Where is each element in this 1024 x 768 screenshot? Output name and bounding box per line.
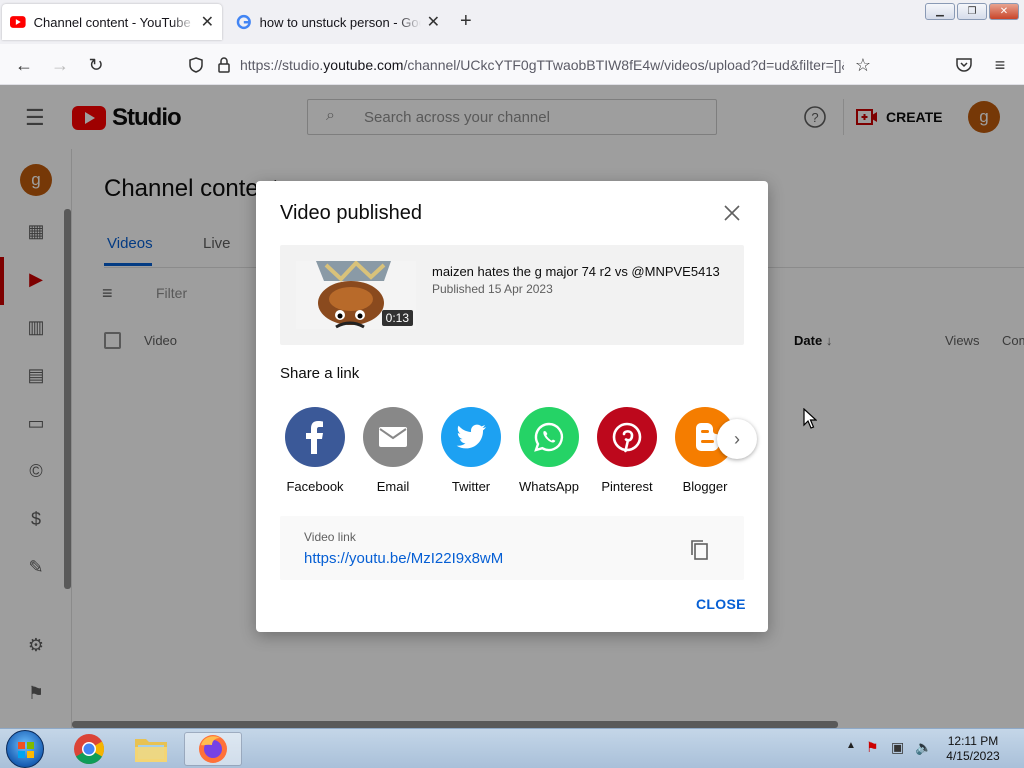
folder-icon: [135, 739, 167, 762]
share-label: Facebook: [286, 479, 344, 494]
video-thumbnail[interactable]: 0:13: [296, 261, 416, 329]
share-heading: Share a link: [280, 365, 360, 382]
tray-expand-icon[interactable]: ▲: [846, 740, 856, 751]
menu-icon[interactable]: ≡: [988, 53, 1012, 77]
video-link-url[interactable]: https://youtu.be/MzI22I9x8wM: [304, 550, 503, 567]
volume-icon[interactable]: 🔈: [915, 739, 932, 756]
network-icon[interactable]: ▣: [891, 739, 904, 756]
url-path: /channel/UCkcYTF0gTTwaobBTIW8fE4w/videos…: [403, 57, 844, 73]
system-clock[interactable]: 12:11 PM 4/15/2023: [940, 734, 1006, 764]
new-tab-icon[interactable]: +: [460, 10, 472, 33]
pinterest-icon: [597, 407, 657, 467]
mouse-cursor-icon: [803, 408, 817, 429]
windows-taskbar: ▲ ⚑ ▣ 🔈 12:11 PM 4/15/2023: [0, 728, 1024, 768]
chrome-icon: [74, 734, 105, 765]
share-next-button[interactable]: ›: [717, 419, 757, 459]
dialog-close-icon[interactable]: [720, 201, 744, 225]
taskbar-explorer[interactable]: [122, 732, 180, 766]
clock-time: 12:11 PM: [947, 734, 999, 748]
duration-badge: 0:13: [381, 310, 413, 326]
start-button[interactable]: [6, 730, 44, 768]
clock-date: 4/15/2023: [946, 749, 1000, 763]
back-icon[interactable]: ←: [12, 53, 36, 77]
browser-tab-strip: Channel content - YouTube Studio ✕ how t…: [0, 0, 1024, 44]
windows-logo-icon: [18, 742, 34, 758]
lock-icon[interactable]: [216, 56, 232, 74]
tab-google-search[interactable]: how to unstuck person - Google Search ✕: [228, 4, 448, 40]
shield-icon[interactable]: [187, 56, 205, 74]
forward-icon[interactable]: →: [48, 53, 72, 77]
browser-navbar: ← → ↻ https://studio.youtube.com/channel…: [0, 44, 1024, 85]
restore-button[interactable]: ❐: [957, 3, 987, 20]
video-published-date: Published 15 Apr 2023: [432, 282, 553, 296]
share-label: Pinterest: [601, 479, 653, 494]
whatsapp-icon: [519, 407, 579, 467]
close-button[interactable]: CLOSE: [696, 596, 746, 612]
share-label: Blogger: [682, 479, 728, 494]
tab-close-icon[interactable]: ✕: [427, 12, 440, 32]
bookmark-star-icon[interactable]: ☆: [851, 53, 875, 77]
chevron-right-icon: ›: [734, 428, 740, 449]
share-facebook-button[interactable]: Facebook: [276, 407, 354, 494]
pocket-icon[interactable]: [955, 57, 973, 73]
email-icon: [363, 407, 423, 467]
taskbar-chrome[interactable]: [60, 732, 118, 766]
action-center-icon[interactable]: ⚑: [866, 739, 879, 756]
tab-channel-content[interactable]: Channel content - YouTube Studio ✕: [2, 4, 222, 40]
video-link-label: Video link: [304, 530, 356, 544]
video-link-box: Video link https://youtu.be/MzI22I9x8wM: [280, 516, 744, 580]
url-domain: youtube.com: [323, 57, 404, 73]
dialog-title: Video published: [280, 202, 422, 224]
twitter-icon: [441, 407, 501, 467]
share-pinterest-button[interactable]: Pinterest: [588, 407, 666, 494]
share-twitter-button[interactable]: Twitter: [432, 407, 510, 494]
reload-icon[interactable]: ↻: [84, 53, 108, 77]
video-published-dialog: Video published 0:13 maizen hates the g …: [256, 181, 768, 632]
address-bar[interactable]: https://studio.youtube.com/channel/UCkcY…: [240, 57, 844, 73]
share-whatsapp-button[interactable]: WhatsApp: [510, 407, 588, 494]
video-title: maizen hates the g major 74 r2 vs @MNPVE…: [432, 264, 720, 279]
tab-close-icon[interactable]: ✕: [201, 12, 214, 32]
window-close-button[interactable]: ✕: [989, 3, 1019, 20]
share-email-button[interactable]: Email: [354, 407, 432, 494]
tab-title: Channel content - YouTube Studio: [33, 14, 195, 30]
url-prefix: https://studio.: [240, 57, 324, 73]
taskbar-firefox[interactable]: [184, 732, 242, 766]
youtube-icon: [10, 16, 26, 28]
share-label: Twitter: [451, 479, 491, 494]
minimize-button[interactable]: ▁: [925, 3, 955, 20]
google-icon: [236, 14, 251, 30]
copy-icon[interactable]: [688, 538, 712, 562]
video-card: 0:13 maizen hates the g major 74 r2 vs @…: [280, 245, 744, 345]
facebook-icon: [285, 407, 345, 467]
tab-title: how to unstuck person - Google Search: [259, 14, 421, 30]
share-label: WhatsApp: [519, 479, 579, 494]
firefox-icon: [199, 735, 227, 763]
share-label: Email: [376, 479, 410, 494]
